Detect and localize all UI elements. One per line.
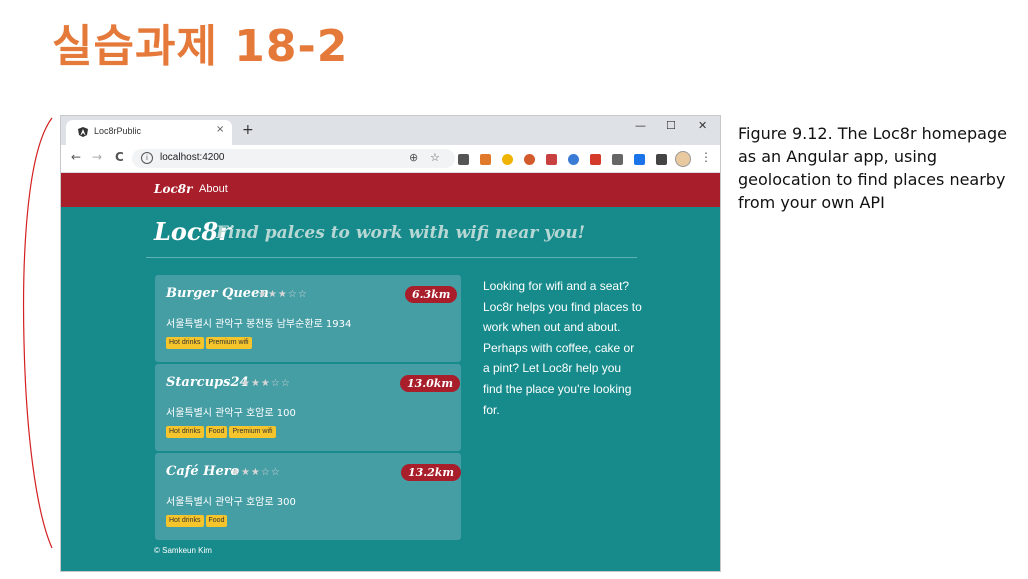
facility-tag: Hot drinks <box>166 426 204 438</box>
extension-icon-4[interactable] <box>524 154 535 165</box>
extension-icon-7[interactable] <box>590 154 601 165</box>
browser-menu-icon[interactable]: ⋮ <box>700 150 712 164</box>
address-bar[interactable]: i localhost:4200 <box>132 149 455 168</box>
extension-icon-2[interactable] <box>480 154 491 165</box>
tab-title: Loc8rPublic <box>94 126 142 136</box>
facility-tag: Premium wifi <box>205 337 252 349</box>
url-text[interactable]: localhost:4200 <box>160 152 225 163</box>
back-icon[interactable]: ← <box>71 150 81 164</box>
browser-toolbar: ← → C i localhost:4200 ⊕ ☆ ⋮ <box>61 145 720 173</box>
rating-stars: ★★★☆☆ <box>258 289 308 300</box>
tab-bar: Loc8rPublic × + — ☐ ✕ <box>61 116 720 145</box>
rating-stars: ★★★☆☆ <box>231 467 281 478</box>
location-card[interactable]: Burger Queen ★★★☆☆ 6.3km 서울특별시 관악구 봉천동 남… <box>155 275 461 362</box>
maximize-button[interactable]: ☐ <box>666 119 676 132</box>
distance-badge: 6.3km <box>405 286 458 303</box>
banner-divider <box>146 257 637 258</box>
browser-window: Loc8rPublic × + — ☐ ✕ ← → C i localhost:… <box>61 116 720 571</box>
location-icon[interactable]: ⊕ <box>409 151 418 164</box>
app-navbar: Loc8r About <box>61 173 720 207</box>
web-page: Loc8r About Loc8r Find palces to work wi… <box>61 173 720 571</box>
location-card[interactable]: Café Hero ★★★☆☆ 13.2km 서울특별시 관악구 호암로 300… <box>155 453 462 540</box>
extension-icon-3[interactable] <box>502 154 513 165</box>
location-address: 서울특별시 관악구 봉천동 남부순환로 1934 <box>166 319 352 330</box>
distance-badge: 13.2km <box>401 464 462 481</box>
figure-caption: Figure 9.12. The Loc8r homepage as an An… <box>738 124 1007 212</box>
location-name[interactable]: Burger Queen <box>166 286 269 301</box>
extension-icon-6[interactable] <box>568 154 579 165</box>
nav-about-link[interactable]: About <box>199 183 228 195</box>
facility-tags: Hot drinks Premium wifi <box>166 337 254 356</box>
navbar-brand[interactable]: Loc8r <box>154 182 192 196</box>
red-bracket-annotation <box>22 117 53 549</box>
facility-tag: Food <box>205 426 228 438</box>
location-card[interactable]: Starcups24 ★★★☆☆ 13.0km 서울특별시 관악구 호암로 10… <box>155 364 461 451</box>
banner-tagline: Find palces to work with wifi near you! <box>216 223 586 243</box>
facility-tag: Food <box>205 515 228 527</box>
extension-icon-9[interactable] <box>634 154 645 165</box>
location-address: 서울특별시 관악구 호암로 300 <box>166 497 296 508</box>
footer-copyright: © Samkeun Kim <box>154 546 212 555</box>
angular-icon <box>78 127 88 137</box>
sidebar-description: Looking for wifi and a seat? Loc8r helps… <box>483 279 642 417</box>
slide-title: 실습과제 18-2 <box>52 21 349 72</box>
reload-icon[interactable]: C <box>115 150 124 164</box>
facility-tags: Hot drinks Food <box>166 515 229 534</box>
location-address: 서울특별시 관악구 호암로 100 <box>166 408 296 419</box>
forward-icon[interactable]: → <box>92 150 102 164</box>
minimize-button[interactable]: — <box>635 119 646 132</box>
bookmark-star-icon[interactable]: ☆ <box>430 151 440 164</box>
tab-loc8r[interactable]: Loc8rPublic × <box>66 120 232 145</box>
tab-close-icon[interactable]: × <box>216 124 224 135</box>
extension-icon-5[interactable] <box>546 154 557 165</box>
rating-stars: ★★★☆☆ <box>241 378 291 389</box>
location-name[interactable]: Starcups24 <box>166 375 249 390</box>
facility-tag: Hot drinks <box>166 515 204 527</box>
facility-tag: Hot drinks <box>166 337 204 349</box>
site-info-icon[interactable]: i <box>141 152 153 164</box>
distance-badge: 13.0km <box>400 375 461 392</box>
new-tab-button[interactable]: + <box>242 122 254 138</box>
extensions-puzzle-icon[interactable] <box>656 154 667 165</box>
facility-tags: Hot drinks Food Premium wifi <box>166 426 278 445</box>
facility-tag: Premium wifi <box>229 426 276 438</box>
extension-icon-8[interactable] <box>612 154 623 165</box>
extension-icon-1[interactable] <box>458 154 469 165</box>
profile-avatar[interactable] <box>675 151 691 167</box>
close-window-button[interactable]: ✕ <box>698 119 707 132</box>
location-name[interactable]: Café Hero <box>166 464 239 479</box>
